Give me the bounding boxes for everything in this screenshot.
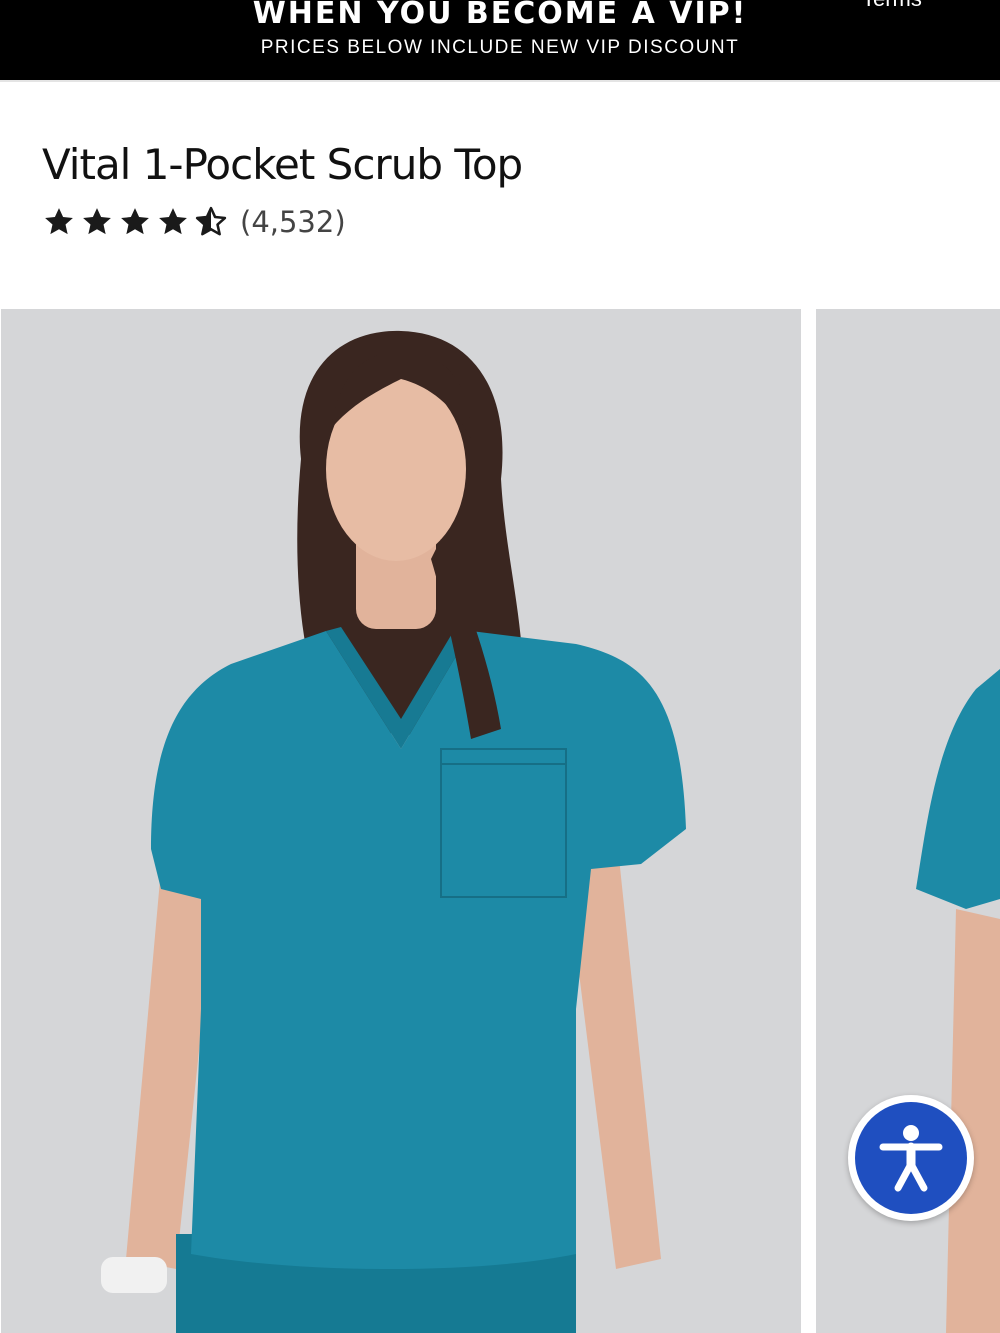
star-half-icon (194, 205, 228, 239)
star-full-icon (42, 205, 76, 239)
promo-banner: WHEN YOU BECOME A VIP! PRICES BELOW INCL… (0, 0, 1000, 80)
product-rating[interactable]: (4,532) (42, 200, 346, 244)
divider (0, 80, 1000, 82)
rating-stars (42, 205, 228, 239)
accessibility-button[interactable] (848, 1095, 974, 1221)
product-title: Vital 1-Pocket Scrub Top (42, 140, 523, 189)
product-image-main[interactable] (1, 309, 801, 1333)
star-full-icon (80, 205, 114, 239)
star-full-icon (156, 205, 190, 239)
product-gallery[interactable] (0, 309, 1000, 1333)
promo-headline: WHEN YOU BECOME A VIP! (252, 0, 748, 31)
terms-link[interactable]: Terms (862, 0, 922, 12)
review-count: (4,532) (240, 205, 346, 239)
accessibility-icon (855, 1102, 967, 1214)
star-full-icon (118, 205, 152, 239)
promo-subtext: PRICES BELOW INCLUDE NEW VIP DISCOUNT (260, 37, 740, 58)
